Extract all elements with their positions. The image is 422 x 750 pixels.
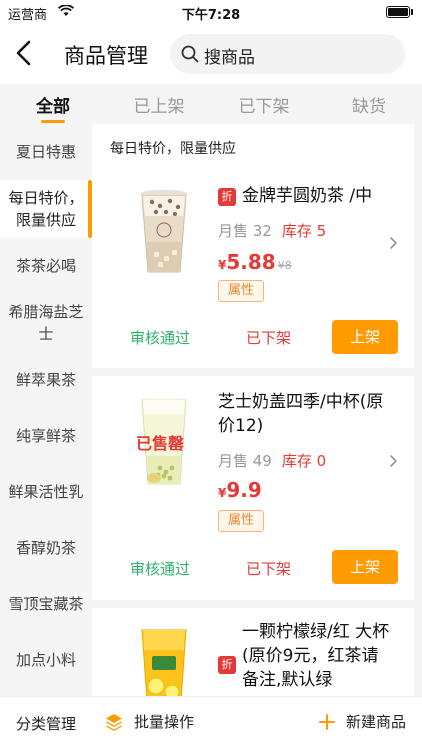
sold-out-label: 已售罄 bbox=[136, 434, 185, 453]
product-price: ¥5.88 ¥8 bbox=[218, 250, 292, 274]
price-value: 9.9 bbox=[226, 478, 262, 502]
bottom-action-bar: 分类管理 批量操作 新建商品 bbox=[0, 696, 422, 750]
product-name: 芝士奶盖四季/中杯(原价12) bbox=[218, 392, 384, 436]
product-list: 每日特价，限量供应 折金牌芋圆奶茶 /中 月售 32 库存 5 ¥5.88 ¥8 属… bbox=[92, 124, 414, 696]
put-on-shelf-button[interactable]: 上架 bbox=[332, 320, 398, 354]
search-placeholder: 搜商品 bbox=[204, 48, 255, 68]
new-product-button[interactable]: 新建商品 bbox=[318, 711, 406, 732]
shelf-status: 已下架 bbox=[246, 329, 292, 347]
category-sidebar: 夏日特惠 每日特价，限量供应 茶茶必喝 希腊海盐芝士 鲜萃果茶 纯享鲜茶 鲜果活… bbox=[0, 124, 92, 696]
chevron-right-icon[interactable] bbox=[388, 454, 398, 468]
tab-out-of-stock[interactable]: 缺货 bbox=[324, 92, 414, 117]
tab-all[interactable]: 全部 bbox=[8, 92, 98, 117]
layers-icon bbox=[106, 713, 122, 731]
page-title: 商品管理 bbox=[64, 44, 148, 68]
back-icon[interactable] bbox=[10, 38, 40, 68]
category-item[interactable]: 雪顶宝藏茶 bbox=[0, 576, 92, 632]
category-manage-button[interactable]: 分类管理 bbox=[16, 713, 76, 734]
tab-off-shelf[interactable]: 已下架 bbox=[219, 92, 309, 117]
card-divider bbox=[92, 600, 414, 608]
shelf-status: 已下架 bbox=[246, 560, 292, 578]
product-image bbox=[140, 190, 188, 273]
category-item-active[interactable]: 每日特价，限量供应 bbox=[0, 180, 92, 238]
tab-on-shelf[interactable]: 已上架 bbox=[114, 92, 204, 117]
original-price: ¥8 bbox=[277, 259, 292, 272]
discount-badge: 折 bbox=[218, 656, 236, 674]
audit-status: 审核通过 bbox=[130, 329, 191, 347]
category-item[interactable]: 鲜果活性乳 bbox=[0, 464, 92, 520]
battery-tip bbox=[411, 9, 413, 15]
stock-count: 库存 0 bbox=[281, 452, 327, 470]
category-item[interactable]: 夏日特惠 bbox=[0, 124, 92, 180]
nav-bar: 商品管理 搜商品 bbox=[0, 24, 422, 84]
category-item[interactable]: 纯享鲜茶 bbox=[0, 408, 92, 464]
card-divider bbox=[92, 368, 414, 376]
category-item[interactable]: 茶茶必喝 bbox=[0, 238, 92, 294]
new-product-label: 新建商品 bbox=[346, 713, 407, 731]
status-tabs: 全部 已上架 已下架 缺货 bbox=[0, 84, 422, 124]
category-item[interactable]: 香醇奶茶 bbox=[0, 520, 92, 576]
product-name: 折金牌芋圆奶茶 /中 bbox=[218, 184, 398, 208]
monthly-sales: 月售 32 bbox=[218, 222, 272, 240]
product-price: ¥9.9 bbox=[218, 478, 262, 502]
product-stats: 月售 32 库存 5 bbox=[218, 220, 326, 241]
tab-active-underline bbox=[41, 120, 65, 123]
product-name: 一颗柠檬绿/红 大杯 (原价9元，红茶请备注,默认绿 bbox=[242, 622, 390, 690]
product-stats: 月售 49 库存 0 bbox=[218, 450, 326, 471]
put-on-shelf-button[interactable]: 上架 bbox=[332, 550, 398, 584]
attribute-tag[interactable]: 属性 bbox=[218, 510, 264, 532]
search-icon bbox=[181, 45, 199, 63]
attribute-tag[interactable]: 属性 bbox=[218, 280, 264, 302]
plus-icon bbox=[319, 713, 335, 730]
category-item[interactable]: 加点小料 bbox=[0, 632, 92, 688]
discount-badge: 折 bbox=[218, 188, 236, 206]
search-input[interactable]: 搜商品 bbox=[170, 34, 405, 74]
batch-operations-label: 批量操作 bbox=[134, 713, 195, 731]
battery-icon bbox=[386, 6, 410, 18]
monthly-sales: 月售 49 bbox=[218, 452, 272, 470]
product-card[interactable]: 折 一颗柠檬绿/红 大杯 (原价9元，红茶请备注,默认绿 bbox=[92, 608, 414, 696]
product-image bbox=[141, 629, 187, 696]
product-card[interactable]: 折金牌芋圆奶茶 /中 月售 32 库存 5 ¥5.88 ¥8 属性 审核通过 已下架… bbox=[92, 172, 414, 368]
clock: 下午7:28 bbox=[181, 8, 241, 23]
audit-status: 审核通过 bbox=[130, 560, 191, 578]
batch-operations-button[interactable]: 批量操作 bbox=[104, 711, 194, 732]
category-item[interactable]: 希腊海盐芝士 bbox=[0, 294, 92, 352]
stock-count: 库存 5 bbox=[281, 222, 327, 240]
product-name-text: 金牌芋圆奶茶 /中 bbox=[242, 186, 373, 206]
status-bar: 运营商 下午7:28 bbox=[0, 0, 422, 24]
category-item[interactable]: 鲜萃果茶 bbox=[0, 352, 92, 408]
chevron-right-icon[interactable] bbox=[388, 236, 398, 250]
price-value: 5.88 bbox=[226, 250, 276, 274]
section-title: 每日特价，限量供应 bbox=[110, 141, 236, 157]
product-card[interactable]: 已售罄 芝士奶盖四季/中杯(原价12) 月售 49 库存 0 ¥9.9 属性 审核… bbox=[92, 376, 414, 600]
